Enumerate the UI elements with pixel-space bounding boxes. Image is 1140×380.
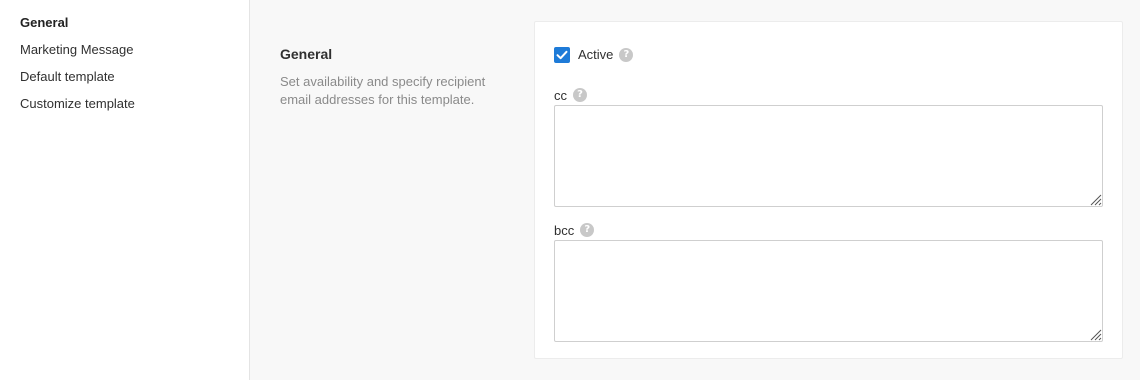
- active-row: Active ?: [554, 46, 634, 63]
- bcc-resize-handle-icon[interactable]: [1088, 327, 1102, 341]
- section-description-line-1: Set availability and specify recipient: [280, 74, 486, 89]
- sidebar-nav: General Marketing Message Default templa…: [0, 0, 250, 380]
- active-checkbox[interactable]: [554, 46, 570, 63]
- cc-label-row: cc ?: [554, 87, 587, 103]
- cc-textarea[interactable]: [554, 105, 1103, 207]
- section-title: General: [280, 46, 333, 62]
- sidebar-item-marketing-message[interactable]: Marketing Message: [0, 42, 249, 69]
- main-content: General Set availability and specify rec…: [250, 0, 1140, 380]
- settings-card: Active ? cc ? bcc ?: [534, 21, 1123, 359]
- settings-page: General Marketing Message Default templa…: [0, 0, 1140, 380]
- cc-resize-handle-icon[interactable]: [1088, 192, 1102, 206]
- sidebar-item-default-template[interactable]: Default template: [0, 69, 249, 96]
- cc-label: cc: [554, 87, 567, 103]
- bcc-field-wrapper: [554, 240, 1103, 342]
- bcc-label-row: bcc ?: [554, 222, 595, 238]
- bcc-textarea[interactable]: [554, 240, 1103, 342]
- sidebar-item-general[interactable]: General: [0, 15, 249, 42]
- active-help-icon[interactable]: ?: [619, 47, 634, 62]
- section-info: General Set availability and specify rec…: [280, 46, 520, 109]
- sidebar-item-customize-template[interactable]: Customize template: [0, 96, 249, 123]
- section-description: Set availability and specify recipient e…: [280, 73, 520, 109]
- checkmark-icon: [556, 50, 568, 59]
- section-description-line-2: email addresses for this template.: [280, 92, 475, 107]
- active-label[interactable]: Active: [578, 47, 613, 62]
- bcc-help-icon[interactable]: ?: [580, 223, 595, 237]
- bcc-label: bcc: [554, 222, 575, 238]
- cc-field-wrapper: [554, 105, 1103, 207]
- cc-help-icon[interactable]: ?: [573, 88, 587, 102]
